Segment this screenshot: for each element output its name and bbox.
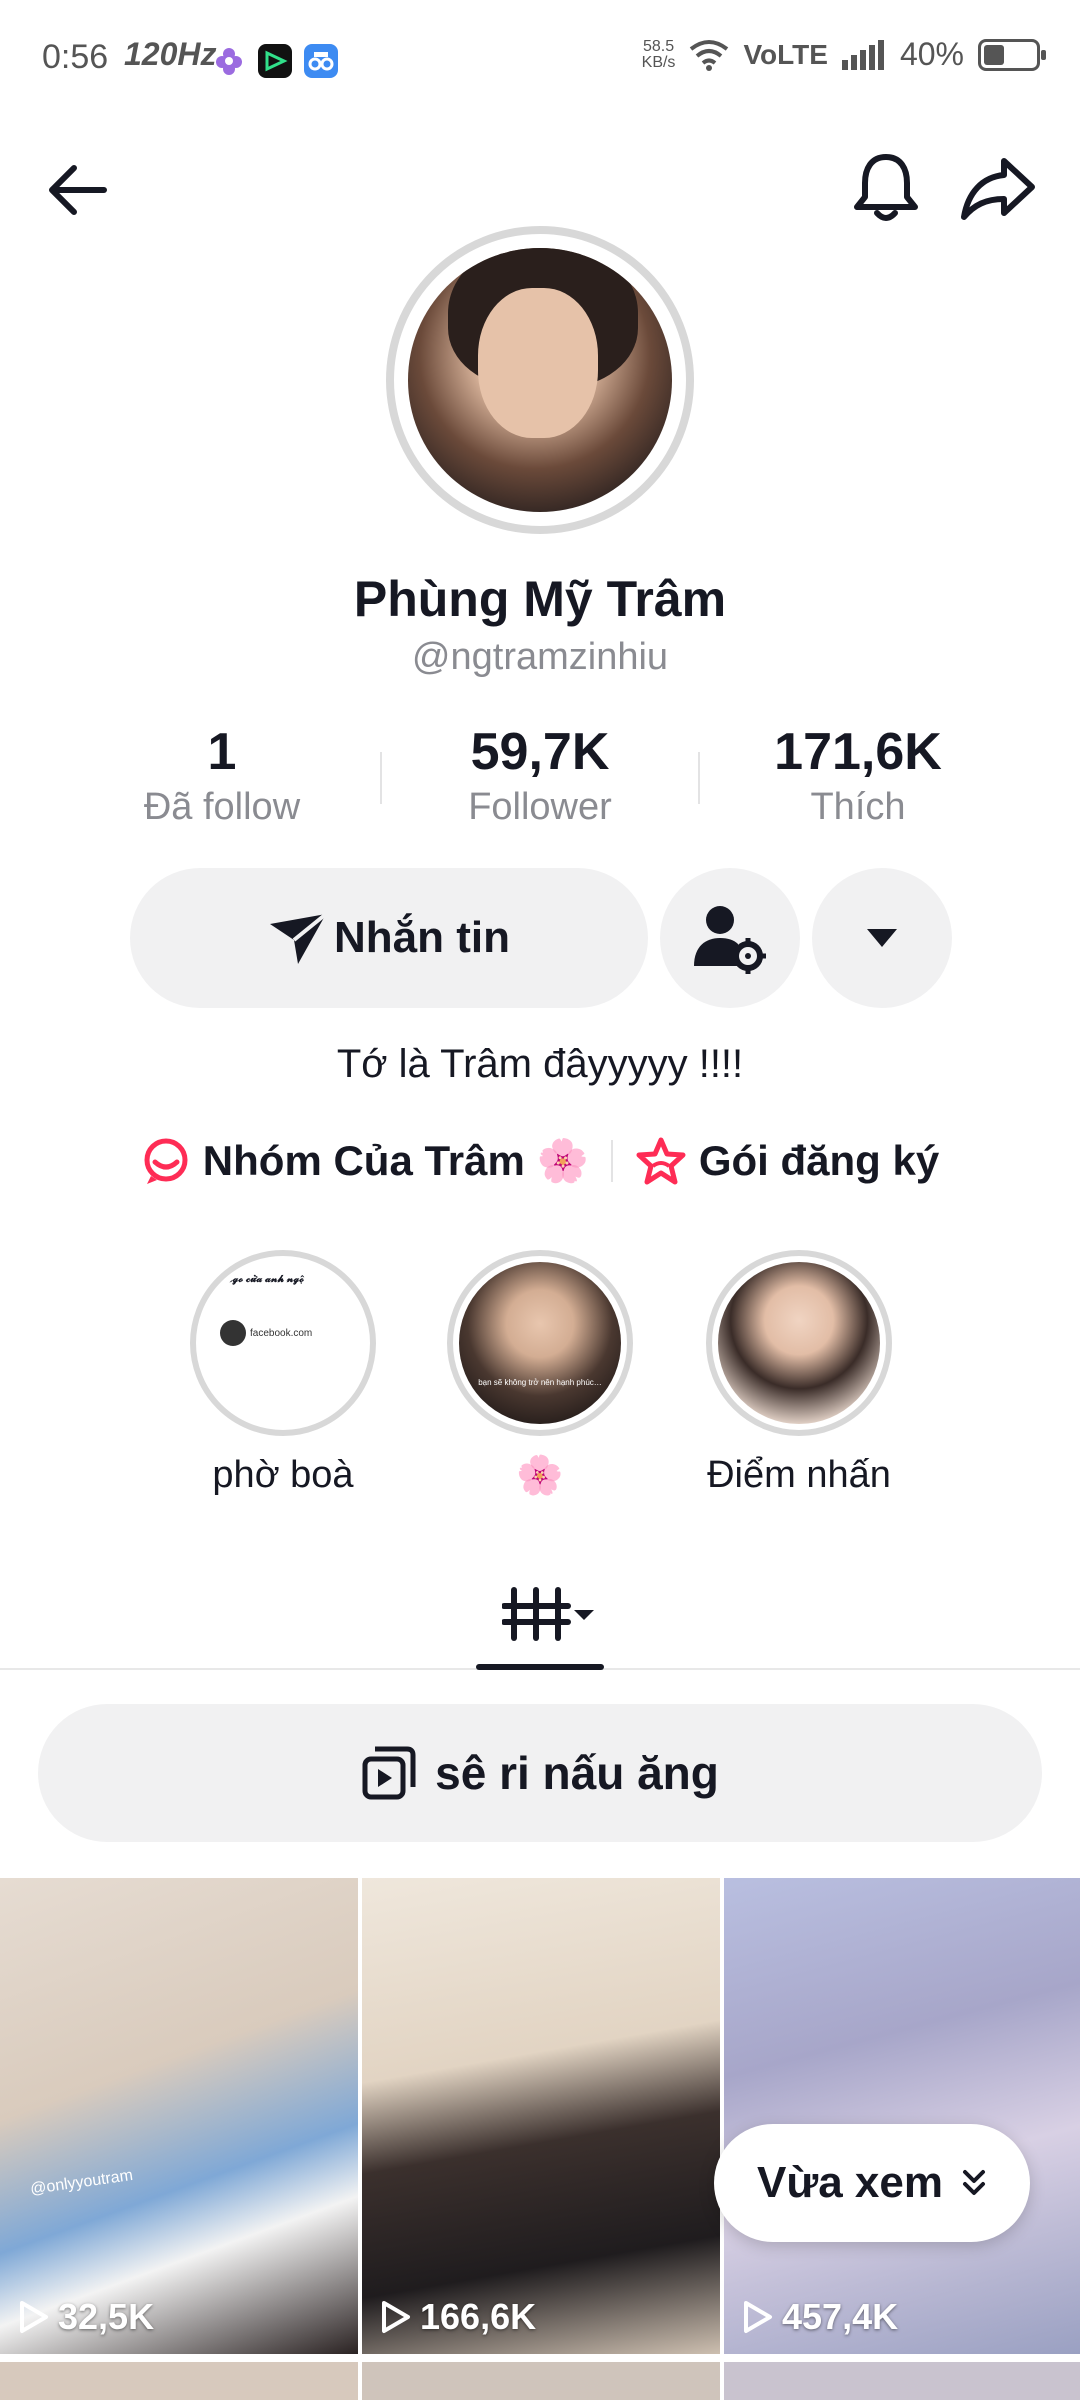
highlight-item[interactable]: 𝔂𝓮𝓰𝓸 𝓬𝓾̛̉𝓪 𝓪𝓷𝓱 𝓷𝓰𝓸̣̂ facebook.com phờ bo… bbox=[188, 1250, 378, 1497]
play-icon bbox=[744, 2301, 772, 2333]
highlight-thumbnail: 𝔂𝓮𝓰𝓸 𝓬𝓾̛̉𝓪 𝓪𝓷𝓱 𝓷𝓰𝓸̣̂ facebook.com bbox=[202, 1262, 364, 1424]
highlight-item[interactable]: Điểm nhấn bbox=[704, 1250, 894, 1497]
likes-stat[interactable]: 171,6K Thích bbox=[738, 722, 978, 829]
playlist-icon bbox=[362, 1746, 416, 1800]
stats-divider bbox=[380, 752, 382, 804]
signal-icon bbox=[841, 39, 884, 70]
following-stat[interactable]: 1 Đã follow bbox=[102, 722, 342, 829]
likes-label: Thích bbox=[810, 786, 906, 828]
profile-avatar[interactable] bbox=[386, 226, 694, 534]
video-watermark: @onlyyoutram bbox=[29, 2166, 135, 2199]
video-thumbnail[interactable] bbox=[362, 2362, 720, 2400]
recently-viewed-button[interactable]: Vừa xem bbox=[714, 2124, 1030, 2242]
highlight-thumbnail: bạn sẽ không trở nên hạnh phúc… bbox=[459, 1262, 621, 1424]
playlist-label: sê ri nấu ăng bbox=[435, 1747, 719, 1799]
video-thumbnail[interactable]: 457,4K bbox=[724, 1878, 1080, 2354]
subscription-link[interactable]: Gói đăng ký bbox=[635, 1136, 939, 1186]
group-link[interactable]: Nhóm Của Trâm 🌸 bbox=[141, 1136, 589, 1186]
friend-settings-button[interactable] bbox=[660, 868, 800, 1008]
bell-icon bbox=[854, 154, 918, 221]
highlight-label: Điểm nhấn bbox=[707, 1454, 891, 1496]
share-button[interactable] bbox=[956, 146, 1040, 230]
play-icon bbox=[20, 2301, 48, 2333]
profile-stats: 1 Đã follow 59,7K Follower 171,6K Thích bbox=[0, 722, 1080, 842]
group-link-label: Nhóm Của Trâm 🌸 bbox=[202, 1136, 589, 1184]
message-button[interactable]: Nhắn tin bbox=[130, 868, 648, 1008]
play-app-icon bbox=[258, 44, 292, 78]
play-icon bbox=[382, 2301, 410, 2333]
double-chevron-down-icon bbox=[962, 2170, 985, 2195]
video-thumbnail[interactable]: @onlyyoutram 32,5K bbox=[0, 1878, 358, 2354]
followers-count: 59,7K bbox=[470, 723, 610, 781]
more-dropdown-button[interactable] bbox=[812, 868, 952, 1008]
videos-grid-icon bbox=[502, 1587, 594, 1641]
network-speed: 58.5 KB/s bbox=[641, 37, 676, 71]
chat-group-icon bbox=[144, 1138, 188, 1184]
links-divider bbox=[610, 1140, 613, 1182]
following-label: Đã follow bbox=[143, 786, 301, 828]
following-count: 1 bbox=[207, 723, 237, 781]
video-views: 32,5K bbox=[18, 2296, 154, 2338]
video-views: 457,4K bbox=[742, 2296, 898, 2338]
playlist-button[interactable]: sê ri nấu ăng bbox=[38, 1704, 1042, 1842]
user-settings-icon bbox=[694, 906, 766, 974]
followers-label: Follower bbox=[468, 786, 612, 828]
tab-videos[interactable] bbox=[500, 1576, 600, 1652]
caret-down-icon bbox=[867, 929, 897, 947]
profile-links: Nhóm Của Trâm 🌸 Gói đăng ký bbox=[0, 1136, 1080, 1186]
arrow-left-icon bbox=[49, 165, 107, 215]
status-time: 0:56 bbox=[42, 38, 109, 76]
battery-percent: 40% bbox=[899, 36, 964, 72]
message-button-label: Nhắn tin bbox=[334, 913, 510, 962]
highlight-label: 🌸 bbox=[516, 1455, 564, 1497]
profile-name: Phùng Mỹ Trâm bbox=[353, 571, 727, 627]
video-thumbnail[interactable] bbox=[724, 2362, 1080, 2400]
video-views: 166,6K bbox=[380, 2296, 536, 2338]
flower-app-icon bbox=[212, 44, 246, 78]
wifi-icon bbox=[690, 39, 729, 71]
highlight-item[interactable]: bạn sẽ không trở nên hạnh phúc… 🌸 bbox=[445, 1250, 635, 1498]
avatar-photo bbox=[408, 248, 672, 512]
active-tab-indicator bbox=[476, 1664, 604, 1670]
likes-count: 171,6K bbox=[774, 723, 942, 781]
share-icon bbox=[961, 158, 1035, 220]
highlight-label: phờ boà bbox=[212, 1454, 354, 1496]
profile-bio: Tớ là Trâm đâyyyyy !!!! bbox=[336, 1042, 744, 1086]
profile-handle: @ngtramzinhiu bbox=[411, 636, 669, 678]
followers-stat[interactable]: 59,7K Follower bbox=[420, 722, 660, 829]
video-thumbnail[interactable]: 166,6K bbox=[362, 1878, 720, 2354]
notification-button[interactable] bbox=[846, 146, 926, 230]
refresh-rate-indicator: 120Hz bbox=[124, 36, 217, 72]
network-type: VoLTE bbox=[743, 38, 828, 70]
video-thumbnail[interactable] bbox=[0, 2362, 358, 2400]
back-button[interactable] bbox=[36, 150, 116, 230]
highlight-thumbnail bbox=[718, 1262, 880, 1424]
stats-divider bbox=[698, 752, 700, 804]
send-icon bbox=[270, 912, 328, 964]
status-bar: 0:56 120Hz 58.5 KB/s VoLTE 40% bbox=[0, 0, 1080, 120]
star-badge-icon bbox=[636, 1137, 686, 1185]
battery-icon bbox=[978, 38, 1046, 71]
vpn-app-icon bbox=[304, 44, 338, 78]
subscription-link-label: Gói đăng ký bbox=[698, 1137, 940, 1184]
content-tab-bar bbox=[0, 1560, 1080, 1670]
recently-viewed-label: Vừa xem bbox=[757, 2158, 943, 2207]
